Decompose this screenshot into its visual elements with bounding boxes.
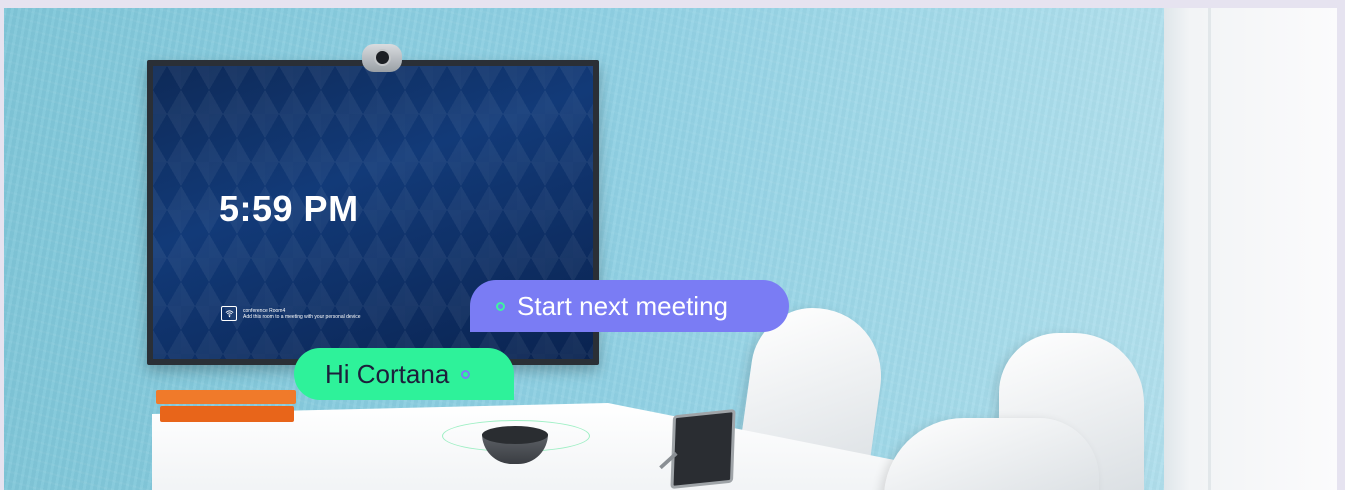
- clock-time: 5:59 PM: [219, 188, 359, 229]
- start-meeting-bubble: Start next meeting: [470, 280, 789, 332]
- orange-books: [156, 390, 296, 426]
- conference-room-photo: 5:59 PM conference Room4 Add this room t…: [4, 8, 1337, 490]
- speakerphone: [442, 420, 590, 466]
- ring-icon: [461, 369, 471, 379]
- hi-cortana-bubble: Hi Cortana: [294, 348, 514, 400]
- wifi-icon: [221, 306, 237, 321]
- hi-cortana-label: Hi Cortana: [325, 358, 450, 389]
- ring-icon: [496, 301, 505, 311]
- start-meeting-label: Start next meeting: [517, 290, 728, 321]
- white-wall-panel: [1164, 8, 1337, 490]
- webcam: [362, 44, 402, 72]
- touch-console: [659, 408, 736, 490]
- room-info: conference Room4 Add this room to a meet…: [221, 306, 361, 321]
- room-hint: Add this room to a meeting with your per…: [243, 313, 361, 320]
